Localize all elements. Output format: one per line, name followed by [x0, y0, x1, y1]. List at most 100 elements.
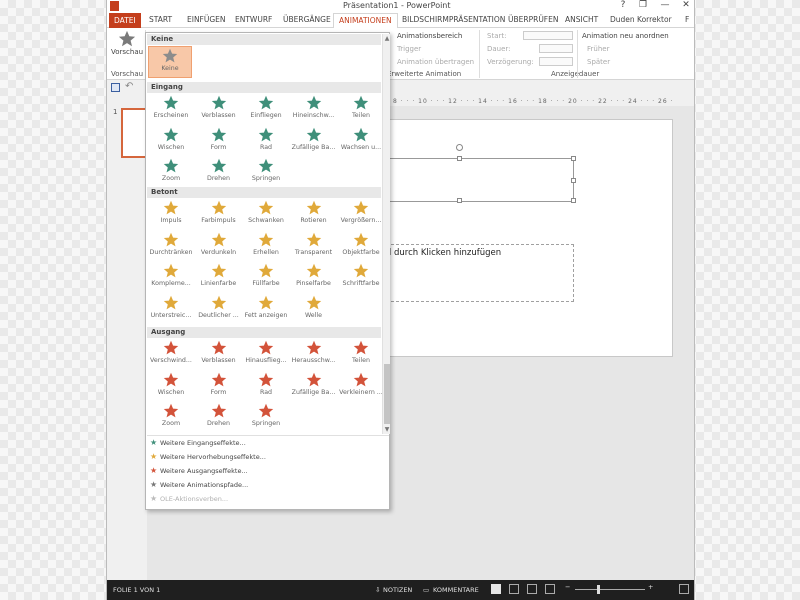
dauer-input[interactable] [539, 44, 573, 53]
tab-entwurf[interactable]: ENTWURF [235, 15, 272, 24]
slideshow-icon[interactable] [545, 584, 555, 594]
more-effects-item[interactable]: ★ Weitere Ausgangseffekte... [150, 466, 248, 478]
anim-item[interactable]: Zoom [147, 402, 195, 434]
vorschau-button[interactable]: Vorschau [111, 30, 143, 64]
gallery-scrollbar[interactable]: ▲ ▼ [382, 34, 390, 434]
anim-item[interactable]: Einfliegen [242, 94, 290, 126]
anim-item[interactable]: Schriftfarbe [337, 262, 385, 294]
resize-handle[interactable] [457, 156, 462, 161]
scrollbar-thumb[interactable] [384, 364, 390, 424]
tab-duden-korrektor[interactable]: Duden Korrektor [610, 15, 672, 24]
resize-handle[interactable] [571, 156, 576, 161]
anim-item[interactable]: Verblassen [195, 94, 243, 126]
anim-item[interactable]: Hinausflieg... [242, 339, 290, 371]
trigger-button[interactable]: Trigger [397, 45, 421, 53]
anim-item[interactable]: Wachsen u... [337, 126, 385, 158]
start-dropdown[interactable] [523, 31, 573, 40]
comments-button[interactable]: KOMMENTARE [433, 586, 479, 594]
tab-bildschirmpraesentation[interactable]: BILDSCHIRMPRÄSENTATION [402, 15, 505, 24]
anim-item[interactable]: Springen [242, 402, 290, 434]
anim-item[interactable]: Deutlicher ... [195, 294, 243, 326]
tab-animationen[interactable]: ANIMATIONEN [333, 13, 398, 29]
anim-item[interactable]: Zufällige Ba... [290, 126, 338, 158]
zoom-out-button[interactable]: − [565, 583, 570, 591]
notes-icon[interactable]: ⇩ [375, 586, 380, 594]
fit-slide-icon[interactable] [679, 584, 689, 594]
more-effects-item[interactable]: ★ Weitere Animationspfade... [150, 480, 248, 492]
anim-item[interactable]: Teilen [337, 94, 385, 126]
scroll-up-icon[interactable]: ▲ [383, 35, 391, 42]
tab-einfuegen[interactable]: EINFÜGEN [187, 15, 226, 24]
close-button[interactable]: ✕ [680, 0, 692, 10]
zoom-in-button[interactable]: + [648, 583, 653, 591]
anim-item[interactable]: Teilen [337, 339, 385, 371]
anim-item[interactable]: Form [195, 371, 243, 403]
anim-item[interactable]: Fett anzeigen [242, 294, 290, 326]
spaeter-button[interactable]: Später [587, 58, 610, 66]
tab-datei[interactable]: DATEI [109, 13, 141, 28]
anim-item[interactable]: Drehen [195, 157, 243, 189]
anim-item[interactable]: Erhellen [242, 231, 290, 263]
tab-ansicht[interactable]: ANSICHT [565, 15, 598, 24]
tab-ueberpruefen[interactable]: ÜBERPRÜFEN [508, 15, 558, 24]
anim-item[interactable]: Erscheinen [147, 94, 195, 126]
tab-start[interactable]: START [149, 15, 172, 24]
anim-item[interactable]: Farbimpuls [195, 199, 243, 231]
more-effects-item[interactable]: ★ Weitere Hervorhebungseffekte... [150, 452, 266, 464]
more-effects-item[interactable]: ★ Weitere Eingangseffekte... [150, 438, 246, 450]
anim-item-keine[interactable]: Keine [148, 46, 192, 78]
anim-item[interactable]: Füllfarbe [242, 262, 290, 294]
tab-overflow[interactable]: F [685, 15, 689, 24]
anim-item[interactable]: Impuls [147, 199, 195, 231]
normal-view-icon[interactable] [491, 584, 501, 594]
anim-item[interactable]: Verkleinern ... [337, 371, 385, 403]
animation-uebertragen-button[interactable]: Animation übertragen [397, 58, 474, 66]
anim-item[interactable]: Rad [242, 126, 290, 158]
anim-item[interactable]: Transparent [290, 231, 338, 263]
anim-item[interactable]: Drehen [195, 402, 243, 434]
rotate-handle[interactable] [456, 144, 463, 151]
anim-item[interactable]: Verblassen [195, 339, 243, 371]
resize-handle[interactable] [571, 198, 576, 203]
anim-item[interactable]: Welle [290, 294, 338, 326]
comments-icon[interactable]: ▭ [423, 586, 429, 594]
anim-item[interactable]: Rotieren [290, 199, 338, 231]
resize-handle[interactable] [457, 198, 462, 203]
slide-thumbnail[interactable] [121, 108, 147, 158]
zoom-slider[interactable] [575, 589, 645, 590]
reading-view-icon[interactable] [527, 584, 537, 594]
anim-item[interactable]: Zufällige Ba... [290, 371, 338, 403]
anim-item[interactable]: Wischen [147, 371, 195, 403]
slide-sorter-icon[interactable] [509, 584, 519, 594]
anim-item[interactable]: Vergrößern... [337, 199, 385, 231]
anim-item[interactable]: Kompleme... [147, 262, 195, 294]
frueher-button[interactable]: Früher [587, 45, 609, 53]
anim-item[interactable]: Hineinschw... [290, 94, 338, 126]
anim-item[interactable]: Wischen [147, 126, 195, 158]
minimize-button[interactable]: — [659, 0, 671, 10]
slide[interactable]: Untertitel durch Klicken hinzufügen [343, 119, 673, 357]
anim-item[interactable]: Herausschw... [290, 339, 338, 371]
scroll-down-icon[interactable]: ▼ [383, 426, 391, 433]
anim-item[interactable]: Form [195, 126, 243, 158]
undo-icon[interactable]: ↶ [125, 81, 133, 92]
animationsbereich-button[interactable]: Animationsbereich [397, 32, 462, 40]
resize-handle[interactable] [571, 178, 576, 183]
anim-item[interactable]: Pinselfarbe [290, 262, 338, 294]
ribbon-display-button[interactable]: ❐ [637, 0, 649, 10]
notes-button[interactable]: NOTIZEN [383, 586, 412, 594]
more-effects-item[interactable]: ★ OLE-Aktionsverben... [150, 494, 228, 506]
verzoegerung-input[interactable] [539, 57, 573, 66]
tab-uebergaenge[interactable]: ÜBERGÄNGE [283, 15, 331, 24]
anim-item[interactable]: Zoom [147, 157, 195, 189]
anim-item[interactable]: Schwanken [242, 199, 290, 231]
anim-item[interactable]: Rad [242, 371, 290, 403]
help-button[interactable]: ? [617, 0, 629, 10]
anim-item[interactable]: Verschwind... [147, 339, 195, 371]
anim-item[interactable]: Verdunkeln [195, 231, 243, 263]
save-icon[interactable] [111, 83, 120, 92]
anim-item[interactable]: Objektfarbe [337, 231, 385, 263]
anim-item[interactable]: Linienfarbe [195, 262, 243, 294]
anim-item[interactable]: Springen [242, 157, 290, 189]
anim-item[interactable]: Unterstreic... [147, 294, 195, 326]
